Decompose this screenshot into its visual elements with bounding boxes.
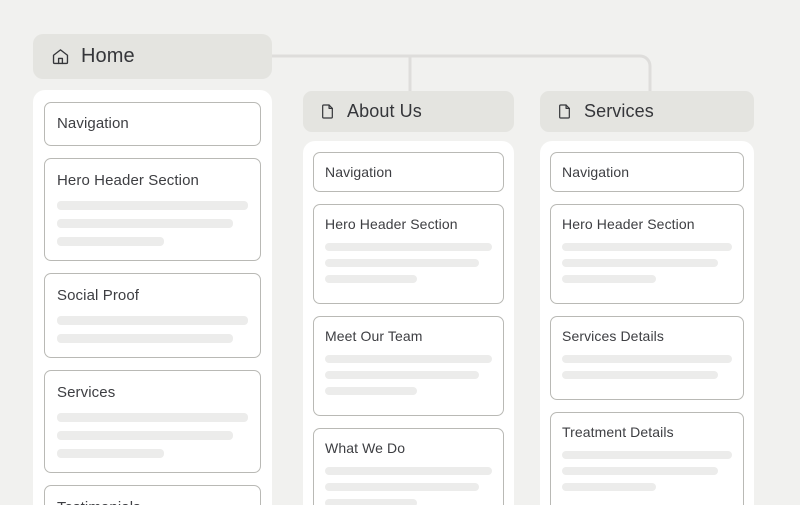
card-panel-about-us: Navigation Hero Header Section Meet Our Te… [303, 141, 514, 505]
section-card[interactable]: Treatment Details [550, 412, 744, 505]
skeleton-line [57, 449, 164, 458]
skeleton-line [562, 243, 732, 251]
document-icon [319, 103, 336, 120]
skeleton-line [325, 467, 492, 475]
section-card-title: Treatment Details [562, 424, 674, 440]
node-header-about-us[interactable]: About Us [303, 91, 514, 132]
skeleton-line [325, 371, 479, 379]
sitemap-node-services: Services Navigation Hero Header Section Se… [540, 91, 754, 505]
section-card-title: Testimonials [57, 499, 248, 505]
sitemap-canvas: Home Navigation Hero Header Section Social… [0, 0, 800, 505]
connector-home-to-services [270, 54, 652, 94]
section-card-title: Navigation [57, 115, 129, 132]
node-header-services[interactable]: Services [540, 91, 754, 132]
section-card-title: What We Do [325, 440, 406, 456]
skeleton-line [325, 499, 417, 505]
section-card[interactable]: Navigation [313, 152, 504, 192]
skeleton-line [325, 387, 417, 395]
home-icon [51, 47, 70, 66]
skeleton-line [325, 243, 492, 251]
section-card[interactable]: What We Do [313, 428, 504, 505]
sitemap-node-about-us: About Us Navigation Hero Header Section Me… [303, 91, 514, 505]
skeleton-line [57, 219, 233, 228]
skeleton-line [325, 483, 479, 491]
section-card[interactable]: Navigation [550, 152, 744, 192]
section-card-title: Hero Header Section [57, 172, 199, 189]
section-card-title: Services [57, 384, 116, 401]
skeleton-line [562, 467, 719, 475]
skeleton-line [325, 275, 417, 283]
section-card[interactable]: Social Proof [44, 273, 261, 358]
node-title-about-us: About Us [347, 101, 422, 121]
section-card-title: Social Proof [57, 287, 140, 304]
section-card-title: Navigation [325, 164, 393, 180]
sitemap-node-home: Home Navigation Hero Header Section Social… [33, 34, 272, 505]
document-icon [556, 103, 573, 120]
node-title-home: Home [81, 45, 135, 67]
node-header-home[interactable]: Home [33, 34, 272, 79]
section-card[interactable]: Meet Our Team [313, 316, 504, 416]
skeleton-line [562, 451, 732, 459]
skeleton-line [562, 259, 719, 267]
section-card[interactable]: Hero Header Section [313, 204, 504, 304]
section-card[interactable]: Hero Header Section [550, 204, 744, 304]
skeleton-line [57, 334, 233, 343]
section-card-title: Hero Header Section [562, 216, 695, 232]
skeleton-line [57, 201, 248, 210]
section-card[interactable]: Navigation [44, 102, 261, 146]
section-card[interactable]: Hero Header Section [44, 158, 261, 261]
section-card-title: Hero Header Section [325, 216, 458, 232]
card-panel-services: Navigation Hero Header Section Services De… [540, 141, 754, 505]
section-card[interactable]: Services Details [550, 316, 744, 400]
skeleton-line [57, 237, 164, 246]
skeleton-line [562, 483, 656, 491]
skeleton-line [562, 355, 732, 363]
skeleton-line [562, 275, 656, 283]
card-panel-home: Navigation Hero Header Section Social Proo… [33, 90, 272, 505]
skeleton-line [325, 259, 479, 267]
section-card[interactable]: Testimonials [44, 485, 261, 505]
section-card-title: Meet Our Team [325, 328, 423, 344]
skeleton-line [325, 355, 492, 363]
section-card[interactable]: Services [44, 370, 261, 473]
skeleton-line [57, 431, 233, 440]
section-card-title: Navigation [562, 164, 630, 180]
skeleton-line [57, 413, 248, 422]
skeleton-line [57, 316, 248, 325]
skeleton-line [562, 371, 719, 379]
section-card-title: Services Details [562, 328, 664, 344]
node-title-services: Services [584, 101, 654, 121]
